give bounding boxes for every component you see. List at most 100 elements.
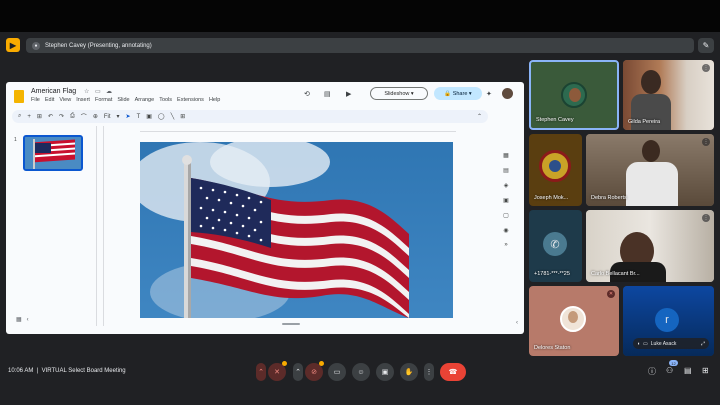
search-menus-icon[interactable]: ⌕ <box>18 113 21 120</box>
participant-count-badge: 12 <box>669 360 678 366</box>
slideshow-label: Slideshow <box>384 90 410 97</box>
more-options-icon[interactable]: ⋮ <box>702 64 710 72</box>
thumbnail-flag-image <box>25 137 81 169</box>
menu-edit[interactable]: Edit <box>45 97 54 103</box>
leave-call-button[interactable]: ☎ <box>440 363 466 381</box>
participant-tile[interactable]: Joseph Mok... <box>529 134 582 206</box>
participant-tile[interactable]: ✆ +1781-***-**25 <box>529 210 582 282</box>
participant-tile[interactable]: ⋮ Debra Roberts <box>586 134 714 206</box>
cloud-status-icon: ☁ <box>106 89 112 95</box>
activities-icon[interactable]: ⊞ <box>702 366 709 375</box>
more-options-icon[interactable]: ⋮ <box>424 363 434 381</box>
menu-view[interactable]: View <box>59 97 71 103</box>
annotate-pen-icon[interactable]: ✎ <box>698 38 714 53</box>
collapse-toolbar-icon[interactable]: ⌃ <box>477 113 482 120</box>
menu-slide[interactable]: Slide <box>117 97 129 103</box>
participant-name: +1781-***-**25 <box>534 271 570 277</box>
present-now-button[interactable]: ▣ <box>376 363 394 381</box>
presenting-banner: ● Stephen Cavey (Presenting, annotating) <box>26 38 694 53</box>
participant-tile[interactable]: ⋮ Carlo Bellacant Br... <box>586 210 714 282</box>
meeting-info-icon[interactable]: ⓘ <box>648 366 656 377</box>
participant-tile[interactable]: ⋮ Gilda Pereira <box>623 60 714 130</box>
doc-title[interactable]: American Flag <box>31 88 76 95</box>
captions-button[interactable]: ▭ <box>328 363 346 381</box>
participant-name: Delores Staton <box>534 345 571 351</box>
avatar <box>539 150 571 182</box>
tasks-icon[interactable]: ◈ <box>504 182 509 189</box>
move-folder-icon[interactable]: ▭ <box>95 88 101 95</box>
camera-options-icon[interactable]: ⌃ <box>293 363 303 381</box>
menu-tools[interactable]: Tools <box>159 97 172 103</box>
menu-insert[interactable]: Insert <box>76 97 90 103</box>
mic-options-icon[interactable]: ⌃ <box>256 363 266 381</box>
zoom-dropdown-icon[interactable]: ▾ <box>117 113 120 120</box>
grid-view-icon[interactable]: ▦ ‹ <box>16 316 29 323</box>
share-button[interactable]: 🔒 Share ▾ <box>434 87 482 100</box>
slides-window: American Flag ☆ ▭ ☁ File Edit View Inser… <box>6 82 524 334</box>
slide-thumbnail[interactable] <box>23 135 83 171</box>
phone-icon: ✆ <box>543 232 567 256</box>
menu-extensions[interactable]: Extensions <box>177 97 204 103</box>
contacts-icon[interactable]: ▣ <box>503 197 509 204</box>
participant-name: Stephen Cavey <box>536 117 574 123</box>
print-icon[interactable]: ⎙ <box>70 113 75 120</box>
keep-icon[interactable]: ▦ <box>503 152 509 159</box>
presenting-icon: ▶ <box>6 38 20 52</box>
hover-controls: ◖ ▭ Luke Asack ⤢ <box>633 338 709 349</box>
participant-tile[interactable]: ✕ Delores Staton <box>529 286 619 356</box>
undo-icon[interactable]: ↶ <box>48 113 53 120</box>
comment-icon[interactable]: ⊞ <box>180 113 185 120</box>
emoji-reactions-button[interactable]: ☺ <box>352 363 370 381</box>
text-box-icon[interactable]: T <box>137 114 141 120</box>
raise-hand-button[interactable]: ✋ <box>400 363 418 381</box>
meet-camera-icon[interactable]: ▶ <box>346 90 351 98</box>
history-icon[interactable]: ⟲ <box>304 90 310 98</box>
mic-off-icon[interactable]: ◖ <box>637 341 640 347</box>
chat-icon[interactable]: ▤ <box>684 366 692 375</box>
account-avatar[interactable] <box>502 88 513 99</box>
zoom-icon[interactable]: ⊕ <box>93 113 98 120</box>
participant-name: Carlo Bellacant Br... <box>591 271 640 277</box>
calendar-icon[interactable]: ▤ <box>503 167 509 174</box>
more-options-icon[interactable]: ⋮ <box>702 138 710 146</box>
image-icon[interactable]: ▣ <box>146 113 152 120</box>
menu-format[interactable]: Format <box>95 97 112 103</box>
new-slide-icon[interactable]: + <box>27 114 31 120</box>
participant-tile[interactable]: Stephen Cavey <box>529 60 619 130</box>
comments-icon[interactable]: ▤ <box>324 90 331 98</box>
redo-icon[interactable]: ↷ <box>59 113 64 120</box>
avatar <box>560 306 586 332</box>
shape-icon[interactable]: ◯ <box>158 113 165 120</box>
menu-arrange[interactable]: Arrange <box>135 97 155 103</box>
zoom-select[interactable]: Fit <box>104 114 111 120</box>
menu-file[interactable]: File <box>31 97 40 103</box>
select-tool-icon[interactable]: ➤ <box>126 113 131 120</box>
american-flag-image <box>140 142 453 318</box>
participant-name: Luke Asack <box>650 340 677 347</box>
fullscreen-icon[interactable]: ⤢ <box>701 341 705 347</box>
horizontal-scrollbar[interactable] <box>282 323 300 325</box>
star-icon[interactable]: ☆ <box>84 88 89 95</box>
more-options-icon[interactable]: ⋮ <box>702 214 710 222</box>
maps-icon[interactable]: ▢ <box>503 212 509 219</box>
paint-format-icon[interactable]: ⌒ <box>81 112 87 121</box>
mic-warning-dot <box>282 361 287 366</box>
gemini-icon[interactable]: ✦ <box>486 90 492 98</box>
mic-icon: ● <box>32 41 40 50</box>
avatar <box>641 70 661 94</box>
record-icon[interactable]: ◉ <box>503 227 508 234</box>
side-panel-collapse-icon[interactable]: ‹ <box>516 320 518 326</box>
menu-help[interactable]: Help <box>209 97 220 103</box>
expand-icon[interactable]: » <box>504 242 507 248</box>
filmstrip-divider[interactable] <box>96 126 97 326</box>
slide-number: 1 <box>14 137 17 143</box>
pin-icon[interactable]: ▭ <box>643 341 648 347</box>
meeting-time-title: 10:06 AM | VIRTUAL Select Board Meeting <box>8 368 126 374</box>
editor-toolbar: ⌕ + ⊞ ↶ ↷ ⎙ ⌒ ⊕ Fit ▾ ➤ T ▣ ◯ ╲ ⊞ ⌃ <box>12 110 488 123</box>
slideshow-button[interactable]: Slideshow ▾ <box>370 87 428 100</box>
slide-canvas[interactable] <box>140 142 453 318</box>
participant-tile[interactable]: r ◖ ▭ Luke Asack ⤢ <box>623 286 714 356</box>
line-icon[interactable]: ╲ <box>171 113 175 120</box>
new-slide-dropdown-icon[interactable]: ⊞ <box>37 113 42 120</box>
people-icon[interactable]: ⚇ <box>666 366 673 375</box>
